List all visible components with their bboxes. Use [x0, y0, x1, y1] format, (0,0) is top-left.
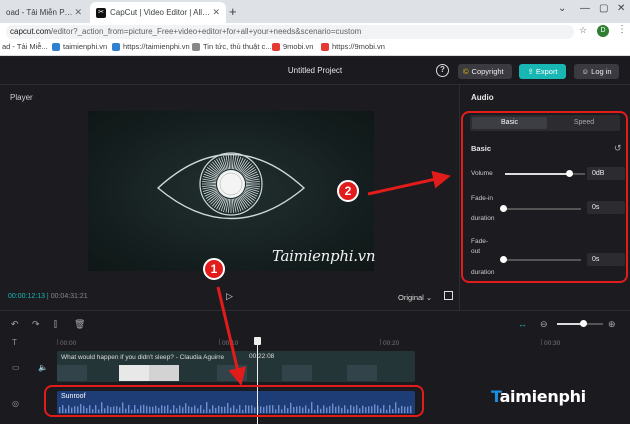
close-window-icon[interactable]: ✕: [617, 3, 625, 14]
bookmarks-bar: ad - Tải Miễ... taimienphi.vn https://ta…: [0, 40, 630, 56]
player-label: Player: [10, 93, 33, 102]
ruler-tick: [380, 339, 381, 345]
user-icon: ☺: [581, 67, 592, 76]
help-icon[interactable]: ?: [436, 64, 449, 77]
ruler-tick: [57, 339, 58, 345]
highlight-box-audio-settings: [461, 111, 628, 283]
tab-title: oad - Tải Miễn Phí VN - Ph: [6, 8, 74, 17]
current-time: 00:00:12:13: [8, 293, 45, 300]
upload-icon: ⇪: [527, 67, 536, 76]
ruler-tick: [219, 339, 220, 345]
speaker-icon[interactable]: 🔈: [38, 363, 48, 372]
playhead-handle[interactable]: [254, 337, 261, 345]
bookmark-item[interactable]: https://taimienphi.vn: [112, 42, 190, 51]
bookmark-item[interactable]: taimienphi.vn: [52, 42, 107, 51]
zoom-slider[interactable]: [557, 320, 603, 327]
chevron-down-icon[interactable]: ⌄: [558, 3, 566, 14]
audio-panel-title: Audio: [471, 93, 494, 102]
screen: oad - Tải Miễn Phí VN - Ph ✕ ✂ CapCut | …: [0, 0, 630, 424]
playhead-time: 00:22:08: [249, 353, 275, 360]
tab-title: CapCut | Video Editor | All-In-On: [110, 8, 212, 17]
close-tab-icon[interactable]: ✕: [212, 7, 220, 18]
new-tab-plus-icon[interactable]: +: [229, 4, 237, 19]
clip-thumbnail: [347, 365, 377, 381]
clip-thumbnail: [149, 365, 179, 381]
maximize-icon[interactable]: ▢: [599, 3, 608, 14]
minimize-icon[interactable]: —: [580, 3, 590, 14]
ruler-label: 00:00: [60, 340, 77, 347]
browser-tabstrip: oad - Tải Miễn Phí VN - Ph ✕ ✂ CapCut | …: [0, 0, 630, 23]
ruler-label: 00:30: [544, 340, 561, 347]
delete-icon[interactable]: 🗑: [74, 319, 85, 330]
copyright-button[interactable]: © Copyright: [458, 64, 512, 79]
star-icon[interactable]: ☆: [579, 25, 591, 37]
bookmark-item[interactable]: Tin tức, thủ thuật c...: [192, 42, 272, 51]
url-path: /editor?_action_from=picture_Free+video+…: [50, 27, 362, 36]
snap-icon[interactable]: ↔: [518, 319, 527, 329]
watermark: Taimienphi.vn: [272, 247, 376, 265]
zoom-in-icon[interactable]: ⊕: [608, 319, 616, 330]
redo-icon[interactable]: ↷: [32, 319, 40, 330]
editor-header: Untitled Project ? © Copyright ⇪ Export ☺…: [0, 57, 630, 85]
bookmark-favicon-icon: [272, 42, 280, 51]
kebab-menu-icon[interactable]: ⋮: [617, 24, 627, 35]
chevron-down-icon: ⌄: [423, 293, 433, 302]
bookmark-favicon-icon: [112, 42, 120, 51]
close-tab-icon[interactable]: ✕: [74, 7, 82, 18]
video-track-icon: ▭: [12, 363, 20, 372]
bookmark-favicon-icon: [52, 42, 60, 51]
split-icon[interactable]: ⫿: [54, 319, 57, 330]
bookmark-favicon-icon: [321, 42, 329, 51]
bookmark-favicon-icon: [192, 42, 200, 51]
clip-thumbnail: [217, 365, 247, 381]
url-input[interactable]: capcut.com/editor?_action_from=picture_F…: [6, 25, 574, 39]
timecode: 00:00:12:13 | 00:04:31:21: [8, 293, 88, 300]
annotation-badge-1: 1: [203, 258, 225, 280]
capcut-favicon-icon: ✂: [96, 7, 106, 18]
url-host: capcut.com: [10, 27, 51, 36]
ruler-label: 00:10: [222, 340, 239, 347]
play-icon[interactable]: ▷: [226, 291, 233, 302]
bookmark-item[interactable]: https://9mobi.vn: [321, 42, 385, 51]
undo-icon[interactable]: ↶: [11, 319, 19, 330]
browser-tab-taimienphi[interactable]: oad - Tải Miễn Phí VN - Ph ✕: [0, 2, 88, 23]
ruler-tick: [541, 339, 542, 345]
video-clip[interactable]: What would happen if you didn't sleep? -…: [57, 351, 415, 382]
bookmark-item[interactable]: 9mobi.vn: [272, 42, 313, 51]
profile-avatar[interactable]: D: [597, 25, 609, 37]
bookmark-item[interactable]: ad - Tải Miễ...: [2, 42, 48, 51]
browser-tab-capcut[interactable]: ✂ CapCut | Video Editor | All-In-On ✕: [90, 2, 226, 23]
zoom-out-icon[interactable]: ⊖: [540, 319, 548, 330]
clip-thumbnail: [282, 365, 312, 381]
highlight-box-audio-clip: [44, 385, 424, 417]
address-bar-row: capcut.com/editor?_action_from=picture_F…: [0, 23, 630, 40]
total-time: 00:04:31:21: [50, 293, 88, 300]
fullscreen-icon[interactable]: [444, 291, 453, 300]
audio-track-icon: ◎: [12, 399, 19, 408]
zoom-slider-knob[interactable]: [580, 320, 587, 327]
taimienphi-logo: Taimienphi: [491, 387, 586, 406]
player-panel: Player 00:00:12:13 | 00:04:31:21 ▷ Origi…: [0, 85, 460, 310]
export-button[interactable]: ⇪ Export: [519, 64, 566, 79]
login-button[interactable]: ☺ Log in: [574, 64, 619, 79]
copyright-icon: ©: [463, 67, 469, 76]
clip-thumbnail: [57, 365, 87, 381]
video-clip-title: What would happen if you didn't sleep? -…: [61, 354, 225, 361]
clip-thumbnail: [119, 365, 149, 381]
ratio-dropdown[interactable]: Original ⌄: [398, 293, 432, 302]
ruler-label: 00:20: [383, 340, 400, 347]
text-track-icon: T: [12, 338, 17, 347]
annotation-badge-2: 2: [337, 180, 359, 202]
